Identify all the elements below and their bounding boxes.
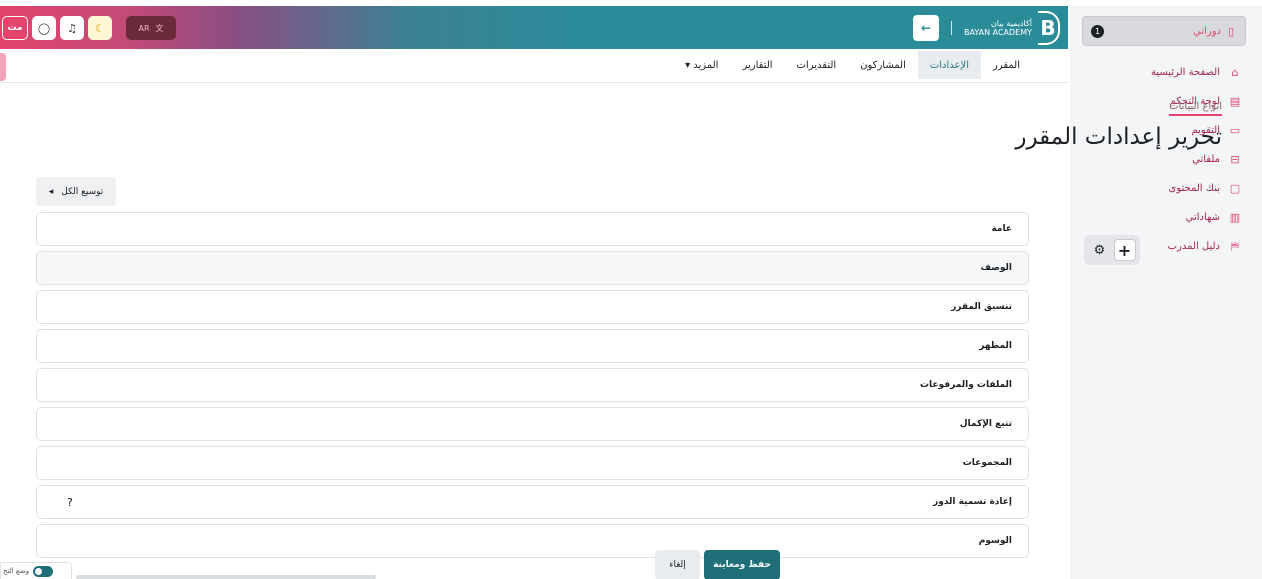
add-block-button[interactable]: + xyxy=(1113,239,1136,261)
tab-reports[interactable]: التقارير xyxy=(730,51,784,79)
chat-icon[interactable]: ◯ xyxy=(32,16,56,40)
course-nav: المقرر الإعدادات المشاركون التقديرات الت… xyxy=(0,49,1068,83)
form-actions: إلغاء حفظ ومعاينة xyxy=(655,550,780,579)
section-label: الوسوم xyxy=(978,536,1012,546)
presentation-icon: ⛿ xyxy=(1231,239,1239,253)
nav-item-certificates[interactable]: ▥ شهاداتي xyxy=(1082,203,1242,232)
my-courses-button[interactable]: ▯ دوراتي 1 xyxy=(1082,16,1246,46)
horizontal-scrollbar[interactable] xyxy=(76,575,376,579)
section-label: تتبع الإكمال xyxy=(959,419,1012,429)
bell-icon[interactable]: ♫ xyxy=(60,16,84,40)
nav-item-content-bank[interactable]: ▢ بنك المحتوى xyxy=(1082,174,1242,203)
section-tags[interactable]: الوسوم xyxy=(36,524,1029,558)
tab-course[interactable]: المقرر xyxy=(981,51,1032,79)
section-label: عامة xyxy=(991,224,1012,234)
nav-item-label: ملفاتي xyxy=(1192,154,1220,165)
files-icon: ⊟ xyxy=(1230,153,1240,166)
section-description[interactable]: الوصف xyxy=(36,251,1029,285)
courses-icon: ▯ xyxy=(1227,24,1235,38)
moon-icon[interactable]: ☾ xyxy=(88,16,112,40)
divider xyxy=(951,21,952,35)
user-avatar[interactable]: مت xyxy=(2,16,28,40)
section-groups[interactable]: المجموعات xyxy=(36,446,1029,480)
nav-item-home[interactable]: ⌂ الصفحة الرئيسية xyxy=(1082,58,1242,87)
certificate-icon: ▥ xyxy=(1229,211,1241,224)
nav-item-label: الصفحة الرئيسية xyxy=(1151,67,1220,78)
block-dock: ⚙ + xyxy=(1084,235,1140,265)
cancel-button[interactable]: إلغاء xyxy=(655,550,700,579)
section-label: الوصف xyxy=(980,263,1012,273)
breadcrumb[interactable]: انواع البيانات xyxy=(1169,101,1222,116)
nav-item-label: شهاداتي xyxy=(1185,212,1220,223)
brand: B أكاديمية بيان BAYAN ACADEMY ← xyxy=(913,10,1060,46)
section-label: تنسيق المقرر xyxy=(951,302,1012,312)
settings-sections: عامة الوصف تنسيق المقرر المظهر الملفات و… xyxy=(36,212,1029,563)
section-files-uploads[interactable]: الملفات والمرفوعات xyxy=(36,368,1029,402)
section-label: المظهر xyxy=(979,341,1012,351)
nav-item-label: دليل المدرب xyxy=(1167,241,1220,252)
gear-icon[interactable]: ⚙ xyxy=(1089,239,1111,261)
language-label: AR xyxy=(138,23,150,33)
page-title: تحرير إعدادات المقرر xyxy=(1015,124,1222,150)
brand-text: أكاديمية بيان BAYAN ACADEMY xyxy=(964,19,1032,37)
header-actions: مت ◯ ♫ ☾ AR 文 xyxy=(2,16,176,40)
tab-grades[interactable]: التقديرات xyxy=(785,51,849,79)
expand-all-button[interactable]: توسيع الكل ◂ xyxy=(36,177,116,206)
mode-toggle[interactable] xyxy=(32,565,53,577)
right-drawer: ▯ دوراتي 1 ⌂ الصفحة الرئيسية ▤ لوحة التح… xyxy=(1070,6,1262,579)
help-icon[interactable]: ? xyxy=(67,496,73,509)
tab-more[interactable]: المزيد ▾ xyxy=(673,51,730,79)
section-label: الملفات والمرفوعات xyxy=(919,380,1012,390)
home-icon: ⌂ xyxy=(1231,66,1239,79)
brand-name: أكاديمية بيان xyxy=(990,19,1032,28)
drawer-nav: ⌂ الصفحة الرئيسية ▤ لوحة التحكم ▭ التقوي… xyxy=(1082,58,1242,261)
calendar-icon: ▭ xyxy=(1229,124,1241,137)
section-appearance[interactable]: المظهر xyxy=(36,329,1029,363)
bayan-logo[interactable]: B xyxy=(1038,11,1060,45)
translate-icon: 文 xyxy=(155,23,164,33)
brand-sub: BAYAN ACADEMY xyxy=(964,28,1032,37)
caret-left-icon: ◂ xyxy=(48,186,54,197)
section-label: المجموعات xyxy=(962,458,1012,468)
page: ▯ دوراتي 1 ⌂ الصفحة الرئيسية ▤ لوحة التح… xyxy=(0,0,1262,579)
section-completion-tracking[interactable]: تتبع الإكمال xyxy=(36,407,1029,441)
dashboard-icon: ▤ xyxy=(1229,95,1241,108)
my-courses-label: دوراتي xyxy=(1192,25,1221,37)
language-switcher[interactable]: AR 文 xyxy=(126,16,176,40)
mode-toggle-strip: وضع التح xyxy=(0,562,72,579)
nav-item-label: بنك المحتوى xyxy=(1168,183,1220,194)
top-header: B أكاديمية بيان BAYAN ACADEMY ← مت ◯ ♫ ☾… xyxy=(0,6,1068,49)
courses-count-badge: 1 xyxy=(1091,24,1104,38)
save-and-display-button[interactable]: حفظ ومعاينة xyxy=(704,550,780,579)
drawer-toggle-handle[interactable] xyxy=(0,53,6,81)
folder-icon: ▢ xyxy=(1229,182,1241,195)
tab-participants[interactable]: المشاركون xyxy=(848,51,918,79)
expand-all-label: توسيع الكل xyxy=(61,186,104,197)
course-tabs: المقرر الإعدادات المشاركون التقديرات الت… xyxy=(673,49,1032,83)
back-arrow-button[interactable]: ← xyxy=(913,15,939,41)
mode-label: وضع التح xyxy=(3,567,29,575)
section-label: إعادة تسمية الدور xyxy=(933,497,1012,507)
section-role-renaming[interactable]: إعادة تسمية الدور ? xyxy=(36,485,1029,519)
section-general[interactable]: عامة xyxy=(36,212,1029,246)
section-course-format[interactable]: تنسيق المقرر xyxy=(36,290,1029,324)
tab-settings[interactable]: الإعدادات xyxy=(917,51,981,79)
